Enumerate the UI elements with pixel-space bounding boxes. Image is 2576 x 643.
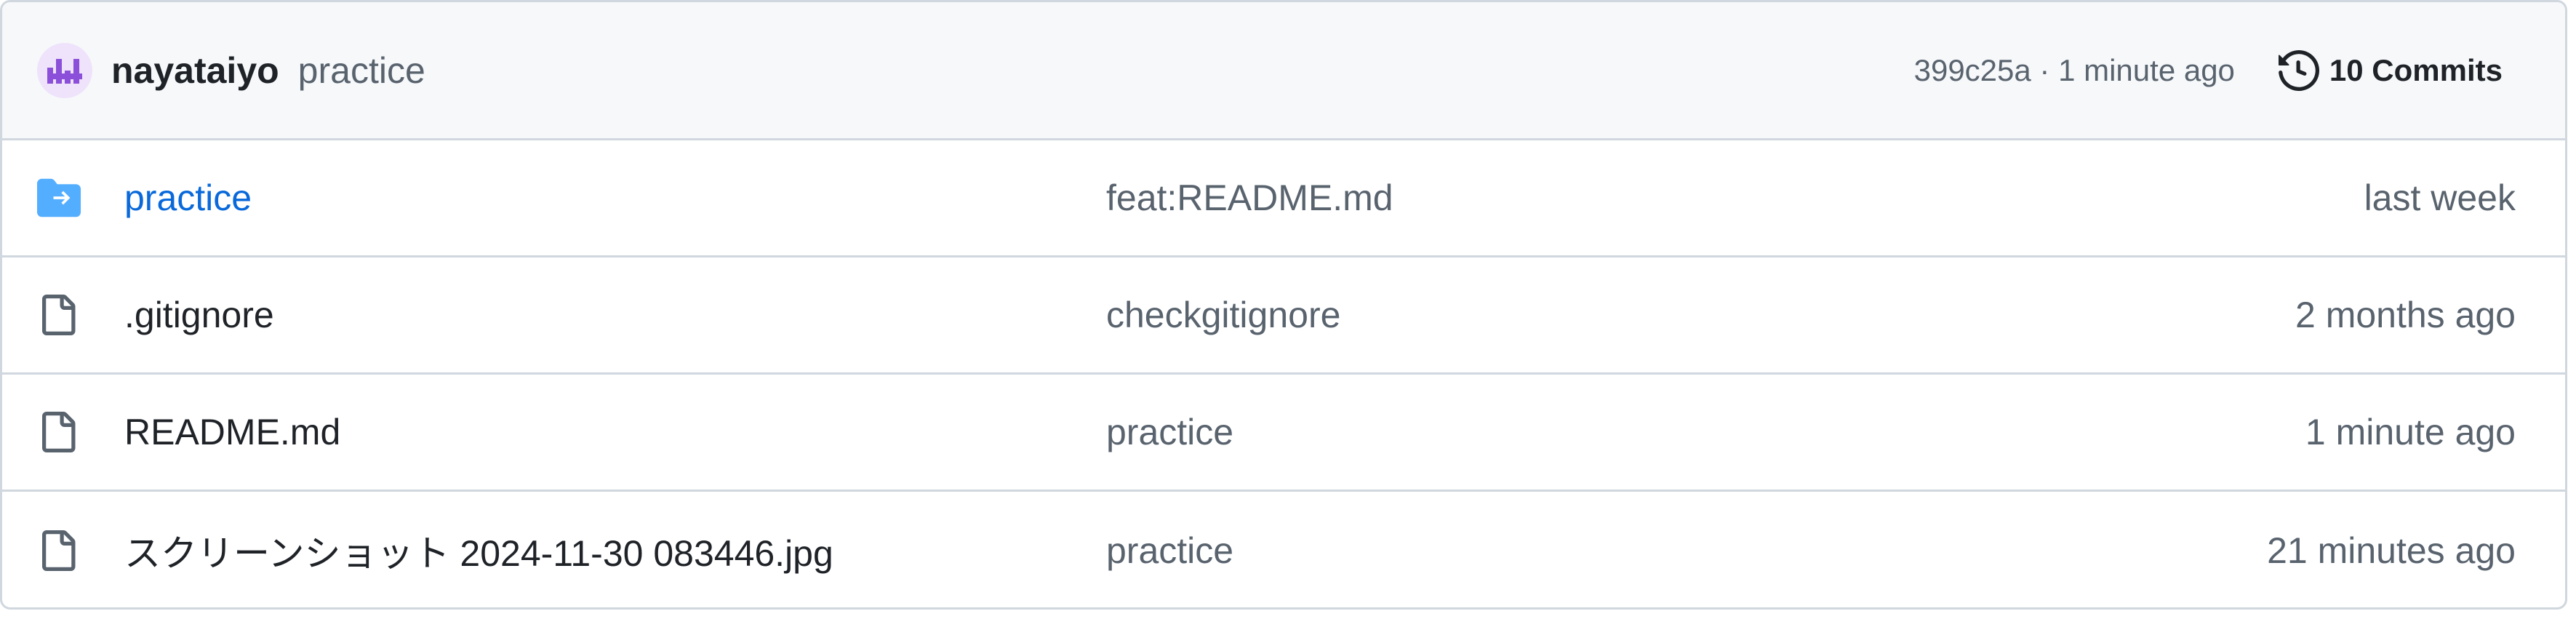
commits-count-label: 10 Commits bbox=[2329, 52, 2503, 87]
file-commit-message[interactable]: feat:README.md bbox=[1106, 177, 1833, 219]
file-name-link[interactable]: スクリーンショット 2024-11-30 083446.jpg bbox=[124, 524, 1106, 577]
avatar[interactable] bbox=[37, 42, 92, 98]
file-commit-message[interactable]: practice bbox=[1106, 530, 1833, 572]
avatar-icon bbox=[47, 58, 82, 84]
repository-file-browser: nayataiyo practice 399c25a · 1 minute ag… bbox=[0, 0, 2567, 610]
file-name-link[interactable]: README.md bbox=[124, 411, 1106, 453]
file-commit-message[interactable]: checkgitignore bbox=[1106, 294, 1833, 336]
file-row-gitignore[interactable]: .gitignore checkgitignore 2 months ago bbox=[2, 257, 2565, 375]
commit-hash-time[interactable]: 399c25a · 1 minute ago bbox=[1914, 53, 2235, 88]
file-row-screenshot[interactable]: スクリーンショット 2024-11-30 083446.jpg practice… bbox=[2, 492, 2565, 607]
commit-message[interactable]: practice bbox=[298, 49, 425, 92]
folder-icon bbox=[37, 172, 88, 223]
file-commit-date: 2 months ago bbox=[2295, 295, 2516, 335]
commit-author[interactable]: nayataiyo bbox=[111, 49, 279, 92]
file-name-link[interactable]: practice bbox=[124, 177, 1106, 219]
history-icon bbox=[2278, 49, 2319, 91]
commits-history-link[interactable]: 10 Commits bbox=[2278, 49, 2503, 91]
file-icon bbox=[37, 289, 88, 340]
file-icon bbox=[37, 407, 88, 458]
latest-commit-header: nayataiyo practice 399c25a · 1 minute ag… bbox=[2, 2, 2565, 140]
file-commit-date: last week bbox=[2364, 177, 2516, 218]
file-row-practice[interactable]: practice feat:README.md last week bbox=[2, 140, 2565, 257]
file-name-link[interactable]: .gitignore bbox=[124, 294, 1106, 336]
file-icon bbox=[37, 525, 88, 576]
file-commit-date: 21 minutes ago bbox=[2267, 530, 2516, 571]
file-commit-date: 1 minute ago bbox=[2305, 412, 2516, 452]
file-row-readme[interactable]: README.md practice 1 minute ago bbox=[2, 375, 2565, 492]
file-commit-message[interactable]: practice bbox=[1106, 411, 1833, 453]
